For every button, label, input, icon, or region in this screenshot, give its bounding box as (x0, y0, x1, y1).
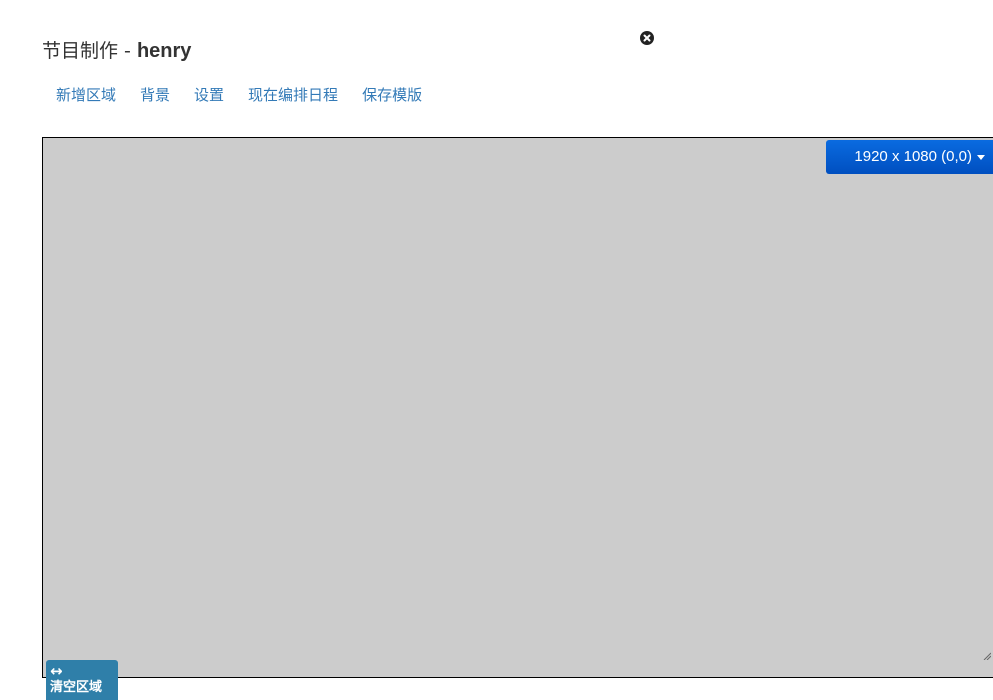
page-title: 节目制作 - henry (42, 36, 191, 63)
caret-down-icon (977, 154, 985, 160)
resolution-label: 1920 x 1080 (0,0) (854, 148, 972, 165)
program-editor-dialog: 节目制作 - henry 新增区域 背景 设置 现在编排日程 保存模版 1920… (0, 0, 993, 700)
close-icon[interactable] (640, 31, 654, 45)
resize-handle-icon[interactable] (983, 645, 992, 661)
clear-region-label: 清空区域 (50, 680, 103, 695)
clear-region-button[interactable]: ↔ 清空区域 (46, 660, 118, 700)
resolution-dropdown[interactable]: 1920 x 1080 (0,0) (826, 140, 993, 174)
left-right-arrow-icon: ↔ (50, 662, 63, 680)
schedule-now-link[interactable]: 现在编排日程 (248, 84, 338, 105)
layout-canvas[interactable] (42, 137, 993, 678)
save-template-link[interactable]: 保存模版 (362, 84, 422, 105)
settings-link[interactable]: 设置 (194, 84, 224, 105)
page-title-name: henry (136, 40, 192, 62)
toolbar: 新增区域 背景 设置 现在编排日程 保存模版 (56, 84, 446, 105)
background-link[interactable]: 背景 (140, 84, 170, 105)
add-region-link[interactable]: 新增区域 (56, 84, 116, 105)
page-title-prefix: 节目制作 - (42, 40, 137, 62)
